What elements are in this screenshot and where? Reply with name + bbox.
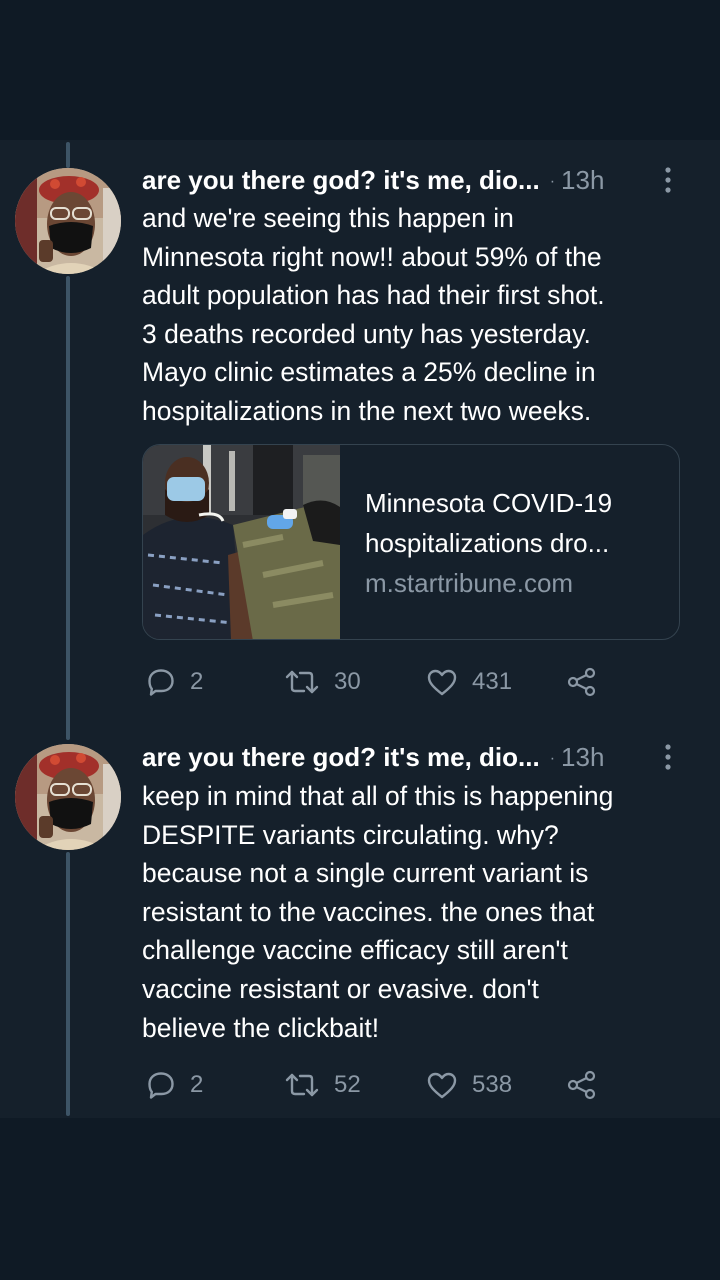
heart-icon [427,669,457,696]
reply-count: 2 [190,668,204,695]
tweet-text-line: resistant to the vaccines. the ones that [142,896,595,927]
speech-bubble-icon [148,1072,174,1099]
reply-button[interactable]: 2 [146,662,203,702]
like-button[interactable]: 538 [426,1065,512,1105]
tweet-text-line: because not a single current variant is [142,858,589,889]
top-margin [0,0,720,140]
speech-bubble-icon [148,669,174,696]
tweet-text-line: keep in mind that all of this is happeni… [142,781,614,811]
vaccination-photo [143,445,340,639]
retweet-count: 52 [334,1071,361,1098]
thread-connector-line [66,852,70,1116]
tweet-timestamp[interactable]: · 13h [550,165,605,196]
tweet-text-line: believe the clickbait! [142,1012,380,1043]
avatar[interactable] [15,744,121,850]
tweet-text-line: Mayo clinic estimates a 25% decline in [142,357,596,388]
link-card-thumbnail [143,445,340,639]
link-card-title: hospitalizations dro... [365,528,610,558]
tweet-text-line: 3 deaths recorded unty has yesterday. [142,318,591,349]
vertical-ellipsis-icon [665,167,671,193]
link-card-title: Minnesota COVID-19 [365,488,613,518]
tweet-text-line: adult population has had their first sho… [142,280,605,311]
like-button[interactable]: 431 [426,662,512,702]
like-count: 431 [472,668,513,695]
tweet-text-line: challenge vaccine efficacy still aren't [142,935,568,966]
link-preview-card[interactable]: Minnesota COVID-19 hospitalizations dro.… [142,444,680,640]
avatar-photo [15,168,121,274]
avatar[interactable] [15,168,121,274]
tweet-time-text: 13h [561,741,605,772]
tweet-actions: 2 30 431 [142,662,622,702]
author-name[interactable]: are you there god? it's me, dio... [142,165,540,196]
retweet-arrows-icon [285,670,319,694]
reply-count: 2 [190,1071,204,1098]
tweet-text: and we're seeing this happen in Minnesot… [142,199,702,431]
tweet-text-line: and we're seeing this happen in [142,203,514,233]
share-button[interactable] [566,662,598,702]
more-options-button[interactable] [660,166,676,194]
share-button[interactable] [566,1065,598,1105]
link-card-domain: m.startribune.com [365,568,574,598]
bottom-margin [0,1118,720,1280]
tweet-header: are you there god? it's me, dio... · 13h [142,737,682,777]
heart-icon [427,1072,457,1099]
like-count: 538 [472,1071,513,1098]
thread-connector-line [66,142,70,168]
retweet-button[interactable]: 30 [284,662,361,702]
retweet-count: 30 [334,668,361,695]
avatar-photo [15,744,121,850]
tweet-text-line: Minnesota right now!! about 59% of the [142,241,602,272]
author-name[interactable]: are you there god? it's me, dio... [142,742,540,773]
tweet-text: keep in mind that all of this is happeni… [142,777,702,1047]
share-nodes-icon [567,1070,596,1100]
tweet-text-line: hospitalizations in the next two weeks. [142,395,592,426]
tweet-header: are you there god? it's me, dio... · 13h [142,160,682,200]
tweet-actions: 2 52 538 [142,1065,622,1105]
reply-button[interactable]: 2 [146,1065,203,1105]
vertical-ellipsis-icon [665,744,671,770]
thread-connector-line [66,276,70,740]
tweet-text-line: vaccine resistant or evasive. don't [142,973,539,1004]
more-options-button[interactable] [660,743,676,771]
share-nodes-icon [567,667,596,697]
tweet-text-line: DESPITE variants circulating. why? [142,819,559,850]
tweet-timestamp[interactable]: · 13h [550,742,605,773]
tweet-time-text: 13h [561,164,605,195]
link-card-text: Minnesota COVID-19 hospitalizations dro.… [365,483,665,603]
retweet-button[interactable]: 52 [284,1065,361,1105]
retweet-arrows-icon [285,1073,319,1097]
